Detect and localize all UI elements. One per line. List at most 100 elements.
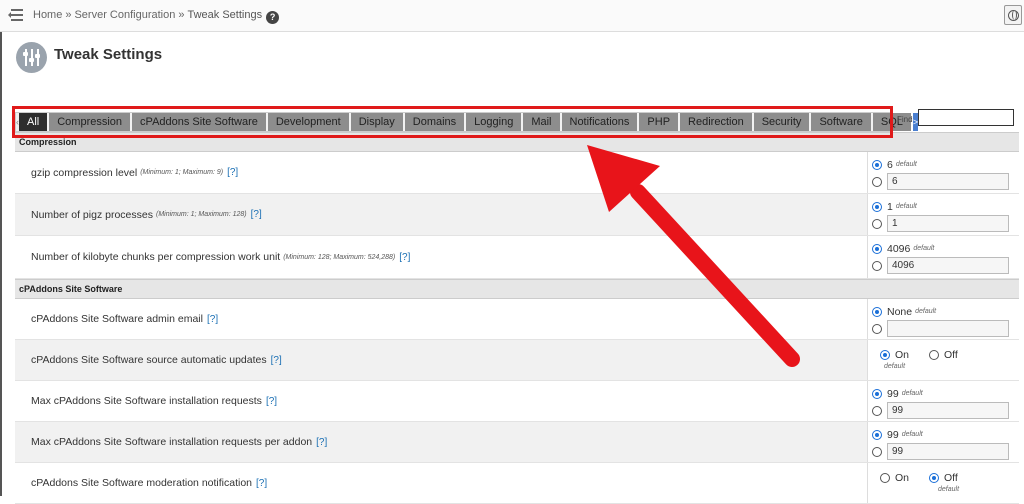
setting-help-link[interactable]: [?] bbox=[399, 252, 410, 263]
on-label: On bbox=[895, 472, 910, 484]
section-header: Compression bbox=[15, 132, 1019, 152]
setting-row: Number of pigz processes (Minimum: 1; Max… bbox=[15, 194, 1019, 236]
custom-radio[interactable] bbox=[872, 176, 882, 187]
custom-radio[interactable] bbox=[872, 218, 882, 229]
custom-radio[interactable] bbox=[872, 446, 882, 457]
setting-row: Max cPAddons Site Software installation … bbox=[15, 381, 1019, 422]
tab-domains[interactable]: Domains bbox=[404, 113, 465, 131]
setting-help-link[interactable]: [?] bbox=[266, 396, 277, 407]
setting-help-link[interactable]: [?] bbox=[227, 167, 238, 178]
off-radio[interactable] bbox=[929, 473, 940, 483]
custom-value-input[interactable] bbox=[887, 402, 1009, 419]
help-icon[interactable]: ? bbox=[266, 11, 280, 24]
default-value: 6 bbox=[887, 158, 893, 171]
default-radio[interactable] bbox=[872, 243, 882, 254]
setting-row: cPAddons Site Software moderation notifi… bbox=[15, 463, 1019, 504]
top-bar: Home» Server Configuration» Tweak Settings… bbox=[0, 0, 1024, 32]
custom-value-input[interactable] bbox=[887, 173, 1009, 190]
setting-row: gzip compression level (Minimum: 1; Maxim… bbox=[15, 152, 1019, 194]
tab-security[interactable]: Security bbox=[753, 113, 810, 131]
default-radio[interactable] bbox=[872, 429, 882, 440]
default-radio[interactable] bbox=[872, 201, 882, 212]
default-option: 99 default bbox=[872, 426, 1019, 443]
tab-notifications[interactable]: Notifications bbox=[561, 113, 638, 131]
custom-value-input[interactable] bbox=[887, 257, 1009, 274]
setting-label: Max cPAddons Site Software installation … bbox=[15, 381, 867, 421]
breadcrumb-home[interactable]: Home bbox=[33, 9, 62, 21]
off-label: Off bbox=[944, 472, 958, 484]
default-radio[interactable] bbox=[872, 306, 882, 317]
custom-option bbox=[872, 173, 1019, 190]
custom-value-input[interactable] bbox=[887, 320, 1009, 337]
tab-mail[interactable]: Mail bbox=[523, 113, 560, 131]
on-radio[interactable] bbox=[880, 473, 890, 483]
tab-logging[interactable]: Logging bbox=[466, 113, 522, 131]
setting-control: On Off default bbox=[867, 463, 1019, 503]
setting-label: Number of kilobyte chunks per compressio… bbox=[15, 236, 867, 278]
setting-control: 1 default bbox=[867, 194, 1019, 235]
default-tag: default bbox=[915, 308, 937, 315]
settings-table: Compression gzip compression level (Minimu… bbox=[15, 132, 1019, 504]
custom-option bbox=[872, 320, 1019, 337]
setting-range-hint: (Minimum: 128; Maximum: 524,288) bbox=[283, 253, 396, 261]
default-tag: default bbox=[895, 203, 917, 210]
on-radio[interactable] bbox=[880, 350, 890, 360]
setting-label: cPAddons Site Software admin email [?] bbox=[15, 299, 867, 339]
section-header: cPAddons Site Software bbox=[15, 279, 1019, 299]
tweak-settings-icon bbox=[16, 42, 47, 73]
setting-help-link[interactable]: [?] bbox=[316, 437, 327, 448]
find-input[interactable] bbox=[918, 109, 1014, 126]
setting-label: Max cPAddons Site Software installation … bbox=[15, 422, 867, 462]
tab-software[interactable]: Software bbox=[811, 113, 871, 131]
setting-control: 99 default bbox=[867, 381, 1019, 421]
custom-radio[interactable] bbox=[872, 405, 882, 416]
custom-option bbox=[872, 443, 1019, 460]
tab-display[interactable]: Display bbox=[350, 113, 403, 131]
custom-value-input[interactable] bbox=[887, 443, 1009, 460]
breadcrumb: Home» Server Configuration» Tweak Settings… bbox=[33, 9, 280, 24]
custom-radio[interactable] bbox=[872, 260, 882, 271]
setting-help-link[interactable]: [?] bbox=[256, 478, 267, 489]
tab-php[interactable]: PHP bbox=[639, 113, 679, 131]
setting-help-link[interactable]: [?] bbox=[207, 314, 218, 325]
setting-name: cPAddons Site Software admin email bbox=[31, 313, 203, 325]
default-option: 1 default bbox=[872, 198, 1019, 215]
default-tag: default bbox=[901, 390, 923, 397]
tab-development[interactable]: Development bbox=[267, 113, 349, 131]
setting-control: 6 default bbox=[867, 152, 1019, 193]
breadcrumb-current: Tweak Settings bbox=[187, 9, 263, 21]
tab-cpaddons-site-software[interactable]: cPAddons Site Software bbox=[132, 113, 266, 131]
setting-help-link[interactable]: [?] bbox=[271, 355, 282, 366]
off-radio[interactable] bbox=[929, 350, 940, 360]
default-radio[interactable] bbox=[872, 159, 882, 170]
custom-radio[interactable] bbox=[872, 323, 882, 334]
setting-control: None default bbox=[867, 299, 1019, 339]
setting-control: 4096 default bbox=[867, 236, 1019, 278]
custom-value-input[interactable] bbox=[887, 215, 1009, 232]
setting-name: Number of kilobyte chunks per compressio… bbox=[31, 251, 281, 263]
globe-icon[interactable] bbox=[1004, 5, 1022, 25]
on-label: On bbox=[895, 349, 910, 361]
page-title: Tweak Settings bbox=[54, 46, 163, 63]
default-option: 4096 default bbox=[872, 240, 1019, 257]
menu-toggle-icon[interactable] bbox=[8, 8, 24, 22]
custom-option bbox=[872, 215, 1019, 232]
default-option: 99 default bbox=[872, 385, 1019, 402]
breadcrumb-server-configuration[interactable]: Server Configuration bbox=[74, 9, 175, 21]
on-off-toggle: On Off bbox=[872, 470, 1019, 486]
setting-range-hint: (Minimum: 1; Maximum: 9) bbox=[140, 169, 224, 176]
default-option: None default bbox=[872, 303, 1019, 320]
setting-name: Max cPAddons Site Software installation … bbox=[31, 436, 313, 448]
tab-compression[interactable]: Compression bbox=[49, 113, 131, 131]
default-value: 99 bbox=[887, 428, 899, 441]
tab-redirection[interactable]: Redirection bbox=[680, 113, 752, 131]
default-radio[interactable] bbox=[872, 388, 882, 399]
default-tag: default bbox=[884, 363, 906, 370]
left-edge-bar bbox=[0, 0, 2, 496]
breadcrumb-separator: » bbox=[65, 9, 72, 21]
find-label: Find bbox=[897, 115, 913, 124]
setting-label: cPAddons Site Software source automatic … bbox=[15, 340, 867, 380]
tab-all[interactable]: All bbox=[19, 113, 48, 131]
setting-help-link[interactable]: [?] bbox=[251, 209, 262, 220]
setting-row: cPAddons Site Software source automatic … bbox=[15, 340, 1019, 381]
